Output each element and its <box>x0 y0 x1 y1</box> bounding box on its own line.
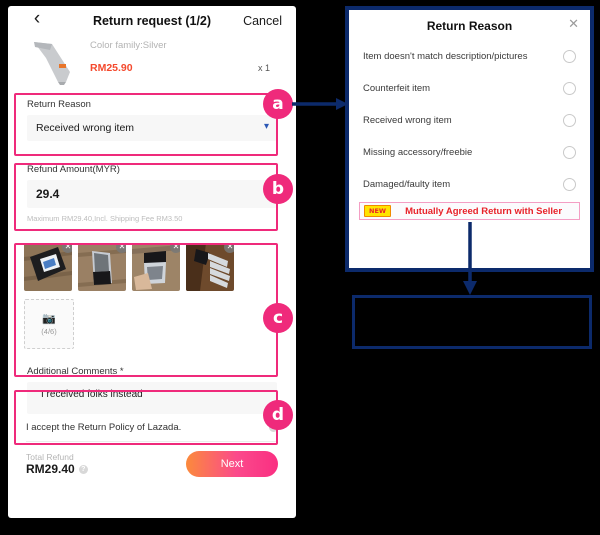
cancel-button[interactable]: Cancel <box>243 14 282 28</box>
photo-upload-section: ✕ ✕ ✕ ✕ 📷 (4/6) <box>8 235 296 349</box>
dialog-option-label: Damaged/faulty item <box>363 178 451 190</box>
return-policy-row[interactable]: I accept the Return Policy of Lazada. i <box>26 414 278 442</box>
dialog-option-row[interactable]: Counterfeit item <box>349 72 590 104</box>
refund-amount-input[interactable]: 29.4 <box>27 180 277 208</box>
dialog-option-label: Mutually Agreed Return with Seller <box>405 205 563 217</box>
product-price: RM25.90 <box>90 62 133 74</box>
product-quantity: x 1 <box>257 63 270 73</box>
radio-button[interactable] <box>563 145 576 159</box>
screenshot-canvas: ‹ Return request (1/2) Cancel Color fami… <box>0 0 600 535</box>
return-reason-dialog: Return Reason ✕ Item doesn't match descr… <box>349 10 590 268</box>
total-refund-amount: RM29.40 <box>26 462 75 476</box>
dialog-option-label: Missing accessory/freebie <box>363 146 473 158</box>
additional-comments-label: Additional Comments * <box>27 366 124 377</box>
radio-button[interactable] <box>563 177 576 191</box>
close-icon[interactable]: ✕ <box>224 243 234 253</box>
radio-button[interactable] <box>563 81 576 95</box>
additional-comments-input[interactable]: I received folks instead <box>27 382 277 414</box>
close-icon[interactable]: ✕ <box>170 243 180 253</box>
marker-c: c <box>263 303 293 333</box>
return-reason-dialog-frame: Return Reason ✕ Item doesn't match descr… <box>345 6 594 272</box>
product-summary: Color family:Silver RM25.90 x 1 <box>8 36 296 88</box>
dialog-title: Return Reason <box>426 19 513 33</box>
close-icon[interactable]: ✕ <box>568 17 579 30</box>
next-button[interactable]: Next <box>186 451 278 477</box>
refund-amount-field: Refund Amount(MYR) 29.4 Maximum RM29.40,… <box>18 157 286 230</box>
refund-amount-label: Refund Amount(MYR) <box>27 164 120 175</box>
total-refund-block: Total Refund RM29.40 ? <box>26 452 88 476</box>
dialog-option-label: Received wrong item <box>363 114 452 126</box>
new-badge: NEW <box>364 205 392 217</box>
dialog-option-label: Counterfeit item <box>363 82 431 94</box>
photo-thumbnail[interactable]: ✕ <box>186 243 234 291</box>
camera-icon: 📷 <box>42 312 56 325</box>
navigation-bar: ‹ Return request (1/2) Cancel <box>8 6 296 36</box>
photo-thumbnail[interactable]: ✕ <box>78 243 126 291</box>
chevron-down-icon: ▾ <box>263 121 269 132</box>
return-reason-value: Received wrong item <box>36 122 135 134</box>
dialog-option-row[interactable]: Missing accessory/freebie <box>349 136 590 168</box>
info-icon[interactable]: ? <box>78 464 88 474</box>
dialog-option-row[interactable]: Received wrong item <box>349 104 590 136</box>
total-refund-label: Total Refund <box>26 452 74 462</box>
photo-count-label: (4/6) <box>41 326 57 336</box>
return-reason-select[interactable]: Received wrong item ▾ <box>27 115 277 141</box>
total-refund-amount-row: RM29.40 ? <box>26 462 88 476</box>
dialog-option-row[interactable]: Damaged/faulty item <box>349 168 590 200</box>
marker-b: b <box>263 174 293 204</box>
photo-thumbnail[interactable]: ✕ <box>132 243 180 291</box>
marker-d: d <box>263 400 293 430</box>
dialog-header: Return Reason ✕ <box>349 10 590 40</box>
radio-button[interactable] <box>563 113 576 127</box>
radio-button[interactable] <box>563 49 576 63</box>
dialog-option-mutually-agreed-return[interactable]: NEW Mutually Agreed Return with Seller <box>359 202 580 220</box>
return-policy-text: I accept the Return Policy of Lazada. <box>26 422 182 433</box>
add-photo-button[interactable]: 📷 (4/6) <box>24 299 74 349</box>
product-color-family: Color family:Silver <box>90 40 167 51</box>
dialog-option-row[interactable]: Item doesn't match description/pictures <box>349 40 590 72</box>
photo-thumbnail-row: ✕ ✕ ✕ ✕ <box>8 243 296 291</box>
phone-screen: ‹ Return request (1/2) Cancel Color fami… <box>8 6 296 518</box>
checkout-footer: Total Refund RM29.40 ? Next <box>26 442 278 477</box>
return-reason-label: Return Reason <box>27 99 91 110</box>
refund-amount-hint: Maximum RM29.40,Incl. Shipping Fee RM3.5… <box>27 214 183 223</box>
photo-thumbnail[interactable]: ✕ <box>24 243 72 291</box>
empty-callout-box <box>352 295 592 349</box>
return-reason-field: Return Reason Received wrong item ▾ <box>18 92 286 148</box>
dialog-option-label: Item doesn't match description/pictures <box>363 50 528 62</box>
close-icon[interactable]: ✕ <box>116 243 126 253</box>
marker-a: a <box>263 89 293 119</box>
product-thumbnail <box>34 42 70 85</box>
close-icon[interactable]: ✕ <box>62 243 72 253</box>
additional-comments-field: Additional Comments * I received folks i… <box>18 359 286 414</box>
